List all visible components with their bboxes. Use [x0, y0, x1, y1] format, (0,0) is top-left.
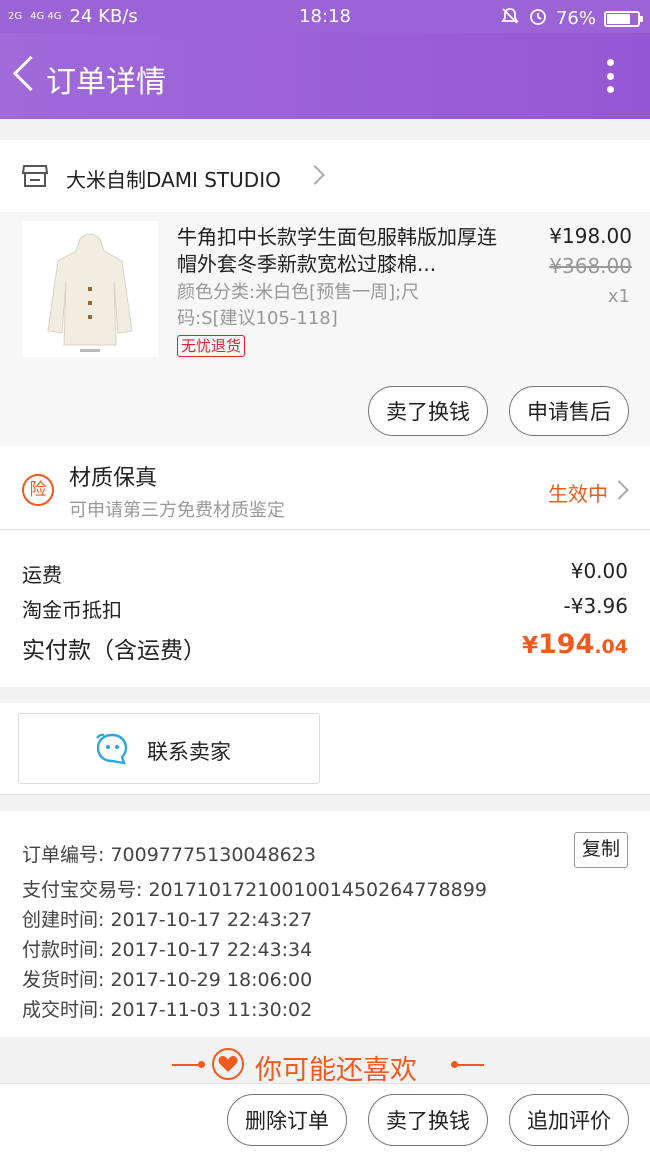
more-options-icon[interactable] [606, 59, 614, 93]
completed-time: 成交时间: 2017-11-03 11:30:02 [22, 999, 313, 1021]
after-sale-button[interactable]: 申请售后 [509, 386, 629, 436]
total-label: 实付款（含运费） [22, 638, 206, 664]
insurance-row[interactable]: 险 材质保真 可申请第三方免费材质鉴定 生效中 [0, 446, 650, 530]
shipping-row: 运费 ¥0.00 [22, 559, 628, 588]
sell-for-cash-button[interactable]: 卖了换钱 [368, 1094, 488, 1146]
shop-name: 大米自制DAMI STUDIO [66, 168, 281, 192]
alarm-icon [528, 6, 548, 31]
shipped-time: 发货时间: 2017-10-29 18:06:00 [22, 969, 313, 991]
created-time: 创建时间: 2017-10-17 22:43:27 [22, 909, 313, 931]
product-price: ¥198.00 [549, 224, 632, 248]
store-icon [22, 165, 48, 187]
divider-dot [198, 1061, 205, 1068]
shop-row[interactable]: 大米自制DAMI STUDIO [0, 140, 650, 212]
total-value: ¥194.04 [521, 629, 628, 660]
product-card[interactable]: 牛角扣中长款学生面包服韩版加厚连帽外套冬季新款宽松过膝棉... 颜色分类:米白色… [0, 212, 650, 446]
page-title: 订单详情 [46, 65, 166, 100]
coin-label: 淘金币抵扣 [22, 598, 122, 622]
product-quantity: x1 [607, 286, 630, 307]
sell-for-cash-button[interactable]: 卖了换钱 [368, 386, 488, 436]
fee-summary: 运费 ¥0.00 淘金币抵扣 -¥3.96 实付款（含运费） ¥194.04 [0, 531, 650, 687]
insurance-title: 材质保真 [69, 466, 158, 491]
chevron-right-icon [609, 480, 629, 500]
shipping-label: 运费 [22, 563, 62, 587]
product-spec: 颜色分类:米白色[预售一周];尺码:S[建议105-118] [177, 282, 420, 329]
original-price: ¥368.00 [549, 254, 632, 278]
total-row: 实付款（含运费） ¥194.04 [22, 629, 628, 665]
coin-deduction-row: 淘金币抵扣 -¥3.96 [22, 594, 628, 623]
back-arrow-icon[interactable] [10, 55, 40, 95]
divider-line [456, 1064, 484, 1066]
divider-line [172, 1064, 200, 1066]
chat-bubble-icon [96, 733, 128, 765]
shipping-value: ¥0.00 [570, 559, 628, 583]
contact-seller-button[interactable]: 联系卖家 [18, 713, 320, 784]
alipay-trade-number: 支付宝交易号: 2017101721001001450264778899 [22, 879, 487, 901]
insurance-icon: 险 [22, 474, 54, 506]
return-badge: 无忧退货 [177, 335, 246, 357]
insurance-subtitle: 可申请第三方免费材质鉴定 [69, 500, 285, 521]
recommend-banner: 你可能还喜欢 [0, 1037, 650, 1086]
paid-time: 付款时间: 2017-10-17 22:43:34 [22, 939, 313, 961]
product-image [22, 221, 158, 357]
insurance-status: 生效中 [548, 482, 608, 506]
app-header: 订单详情 [0, 33, 650, 119]
contact-section: 联系卖家 [0, 703, 650, 795]
add-review-button[interactable]: 追加评价 [509, 1094, 629, 1146]
mute-icon [500, 6, 520, 31]
heart-icon [212, 1048, 244, 1080]
order-info: 订单编号: 70097775130048623 复制 支付宝交易号: 20171… [0, 811, 650, 1037]
battery-icon [604, 10, 643, 27]
delete-order-button[interactable]: 删除订单 [227, 1094, 347, 1146]
bottom-action-bar: 删除订单 卖了换钱 追加评价 [0, 1083, 650, 1155]
status-bar: 2G 4G 4G 24 KB/s 18:18 76% [0, 0, 650, 33]
chevron-right-icon [305, 165, 325, 185]
copy-button[interactable]: 复制 [574, 832, 628, 868]
coin-value: -¥3.96 [563, 594, 628, 618]
order-number: 订单编号: 70097775130048623 [22, 844, 316, 866]
battery-percent: 76% [555, 8, 596, 29]
contact-seller-label: 联系卖家 [147, 740, 231, 764]
product-title[interactable]: 牛角扣中长款学生面包服韩版加厚连帽外套冬季新款宽松过膝棉... [177, 224, 497, 278]
recommend-title: 你可能还喜欢 [255, 1055, 417, 1086]
